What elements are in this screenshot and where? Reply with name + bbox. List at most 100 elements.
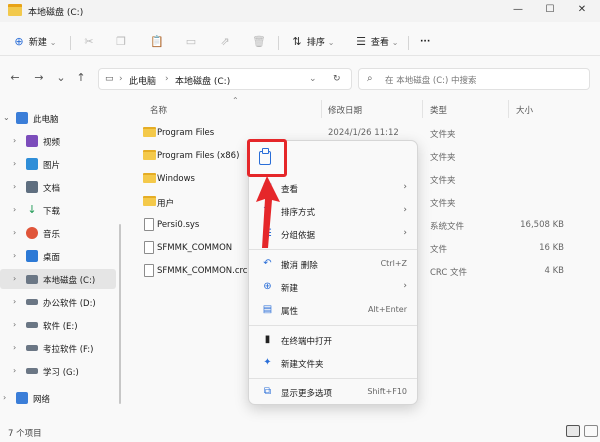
chevron-right-icon: › bbox=[403, 182, 407, 192]
file-type: 文件夹 bbox=[430, 199, 456, 209]
sidebar-item-label: 图片 bbox=[43, 161, 61, 171]
desktop-icon bbox=[26, 250, 38, 262]
sort-button[interactable]: ⇅ 排序 ⌄ bbox=[290, 34, 334, 50]
chevron-right-icon[interactable]: › bbox=[13, 274, 16, 283]
chevron-right-icon[interactable]: › bbox=[13, 297, 16, 306]
network-icon bbox=[16, 392, 28, 404]
sort-button-label: 排序 bbox=[306, 38, 325, 48]
refresh-icon[interactable]: ↻ bbox=[333, 74, 341, 84]
sidebar-item-f-drive[interactable]: › 考拉软件 (F:) bbox=[0, 338, 116, 358]
folder-icon bbox=[143, 196, 156, 206]
rename-button[interactable]: ▭ bbox=[184, 34, 198, 50]
chevron-right-icon[interactable]: › bbox=[13, 366, 16, 375]
chevron-right-icon[interactable]: › bbox=[13, 136, 16, 145]
minimize-button[interactable]: — bbox=[510, 3, 526, 17]
chevron-right-icon[interactable]: › bbox=[13, 182, 16, 191]
folder-icon bbox=[143, 127, 156, 137]
more-button[interactable]: ··· bbox=[420, 34, 430, 50]
menu-item-open-in-terminal[interactable]: ▮ 在终端中打开 bbox=[253, 329, 415, 351]
paste-button[interactable]: 📋 bbox=[150, 34, 164, 50]
chevron-down-icon[interactable]: ⌄ bbox=[3, 113, 10, 122]
drive-icon bbox=[26, 345, 38, 351]
delete-button[interactable]: 🗑 bbox=[252, 34, 266, 50]
menu-item-show-more-options[interactable]: ⧉ 显示更多选项 Shift+F10 bbox=[253, 381, 415, 403]
file-type: 文件夹 bbox=[430, 176, 456, 186]
sidebar-item-label: 音乐 bbox=[43, 230, 61, 240]
new-button[interactable]: ⊕ 新建 ⌄ bbox=[12, 34, 56, 50]
sidebar-item-network[interactable]: › 网络 bbox=[0, 388, 116, 408]
drive-icon bbox=[26, 299, 38, 305]
sidebar-item-label: 办公软件 (D:) bbox=[43, 299, 96, 309]
file-type: CRC 文件 bbox=[430, 268, 468, 278]
terminal-icon: ▮ bbox=[264, 334, 271, 345]
share-button[interactable]: ⇗ bbox=[218, 34, 232, 50]
menu-item-label: 在终端中打开 bbox=[281, 337, 333, 347]
chevron-right-icon[interactable]: › bbox=[13, 228, 16, 237]
paste-icon[interactable] bbox=[259, 148, 271, 165]
menu-item-undo-delete[interactable]: ↶ 撤消 删除 Ctrl+Z bbox=[253, 253, 415, 275]
chevron-right-icon[interactable]: › bbox=[13, 159, 16, 168]
sidebar-item-desktop[interactable]: › 桌面 bbox=[0, 246, 116, 266]
sidebar-item-this-pc[interactable]: ⌄ 此电脑 bbox=[0, 108, 116, 128]
menu-item-new[interactable]: ⊕ 新建 › bbox=[253, 276, 415, 298]
chevron-down-icon[interactable]: ⌄ bbox=[309, 74, 317, 84]
tiles-view-button[interactable] bbox=[584, 425, 598, 437]
chevron-right-icon: › bbox=[403, 281, 407, 291]
file-size: 4 KB bbox=[544, 266, 564, 276]
sidebar-item-g-drive[interactable]: › 学习 (G:) bbox=[0, 361, 116, 381]
drive-icon bbox=[26, 275, 38, 284]
sidebar-item-d-drive[interactable]: › 办公软件 (D:) bbox=[0, 292, 116, 312]
scissors-icon: ✂ bbox=[84, 35, 94, 48]
chevron-right-icon[interactable]: › bbox=[3, 393, 6, 402]
chevron-right-icon[interactable]: › bbox=[13, 343, 16, 352]
back-button[interactable]: ← bbox=[8, 71, 22, 85]
menu-item-properties[interactable]: ▤ 属性 Alt+Enter bbox=[253, 299, 415, 321]
sidebar-item-videos[interactable]: › 视频 bbox=[0, 131, 116, 151]
close-button[interactable]: ✕ bbox=[574, 3, 590, 17]
sidebar-item-c-drive[interactable]: › 本地磁盘 (C:) bbox=[0, 269, 116, 289]
sidebar-item-pictures[interactable]: › 图片 bbox=[0, 154, 116, 174]
monitor-icon bbox=[16, 112, 28, 124]
cut-button[interactable]: ✂ bbox=[82, 34, 96, 50]
picture-icon bbox=[26, 158, 38, 170]
sidebar-item-music[interactable]: › 音乐 bbox=[0, 223, 116, 243]
column-header-type[interactable]: 类型 bbox=[430, 104, 447, 116]
details-view-button[interactable] bbox=[566, 425, 580, 437]
folder-icon bbox=[143, 150, 156, 160]
sidebar-scrollbar[interactable] bbox=[119, 224, 121, 404]
search-box[interactable]: ⌕ 在 本地磁盘 (C:) 中搜索 bbox=[358, 68, 590, 90]
drive-icon bbox=[26, 368, 38, 374]
chevron-right-icon[interactable]: › bbox=[13, 251, 16, 260]
up-button[interactable]: ↑ bbox=[74, 71, 88, 85]
window-title: 本地磁盘 (C:) bbox=[28, 8, 84, 18]
folder-icon bbox=[143, 173, 156, 183]
recent-locations-button[interactable]: ⌄ bbox=[54, 71, 68, 85]
column-header-name[interactable]: 名称 bbox=[150, 104, 167, 116]
chevron-right-icon[interactable]: › bbox=[13, 320, 16, 329]
view-button[interactable]: ☰ 查看 ⌄ bbox=[354, 34, 398, 50]
menu-item-new-folder[interactable]: ✦ 新建文件夹 bbox=[253, 352, 415, 374]
sidebar-item-downloads[interactable]: › ↓ 下载 bbox=[0, 200, 116, 220]
divider bbox=[249, 325, 417, 326]
file-type: 文件 bbox=[430, 245, 448, 255]
file-size: 16 KB bbox=[539, 243, 564, 253]
breadcrumb-c-drive[interactable]: 本地磁盘 (C:) bbox=[175, 74, 230, 87]
sort-ascending-icon: ⌃ bbox=[232, 96, 239, 105]
breadcrumb-this-pc[interactable]: 此电脑 bbox=[129, 74, 156, 87]
menu-item-label: 新建 bbox=[281, 284, 299, 294]
column-header-size[interactable]: 大小 bbox=[516, 104, 533, 116]
forward-button[interactable]: → bbox=[32, 71, 46, 85]
file-name: Program Files bbox=[157, 128, 215, 138]
copy-button[interactable]: ❐ bbox=[114, 34, 128, 50]
address-bar[interactable]: ▭ › 此电脑 › 本地磁盘 (C:) ⌄ ↻ bbox=[98, 68, 352, 90]
sidebar-item-label: 考拉软件 (F:) bbox=[43, 345, 94, 355]
column-header-date[interactable]: 修改日期 bbox=[328, 104, 362, 116]
sidebar-item-documents[interactable]: › 文档 bbox=[0, 177, 116, 197]
system-file-icon bbox=[144, 218, 154, 231]
file-date: 2024/1/26 11:12 bbox=[328, 128, 399, 138]
sidebar-item-e-drive[interactable]: › 软件 (E:) bbox=[0, 315, 116, 335]
chevron-right-icon[interactable]: › bbox=[13, 205, 16, 214]
shortcut-text: Shift+F10 bbox=[367, 387, 407, 396]
plus-circle-icon: ⊕ bbox=[263, 281, 272, 292]
maximize-button[interactable]: ☐ bbox=[542, 3, 558, 17]
